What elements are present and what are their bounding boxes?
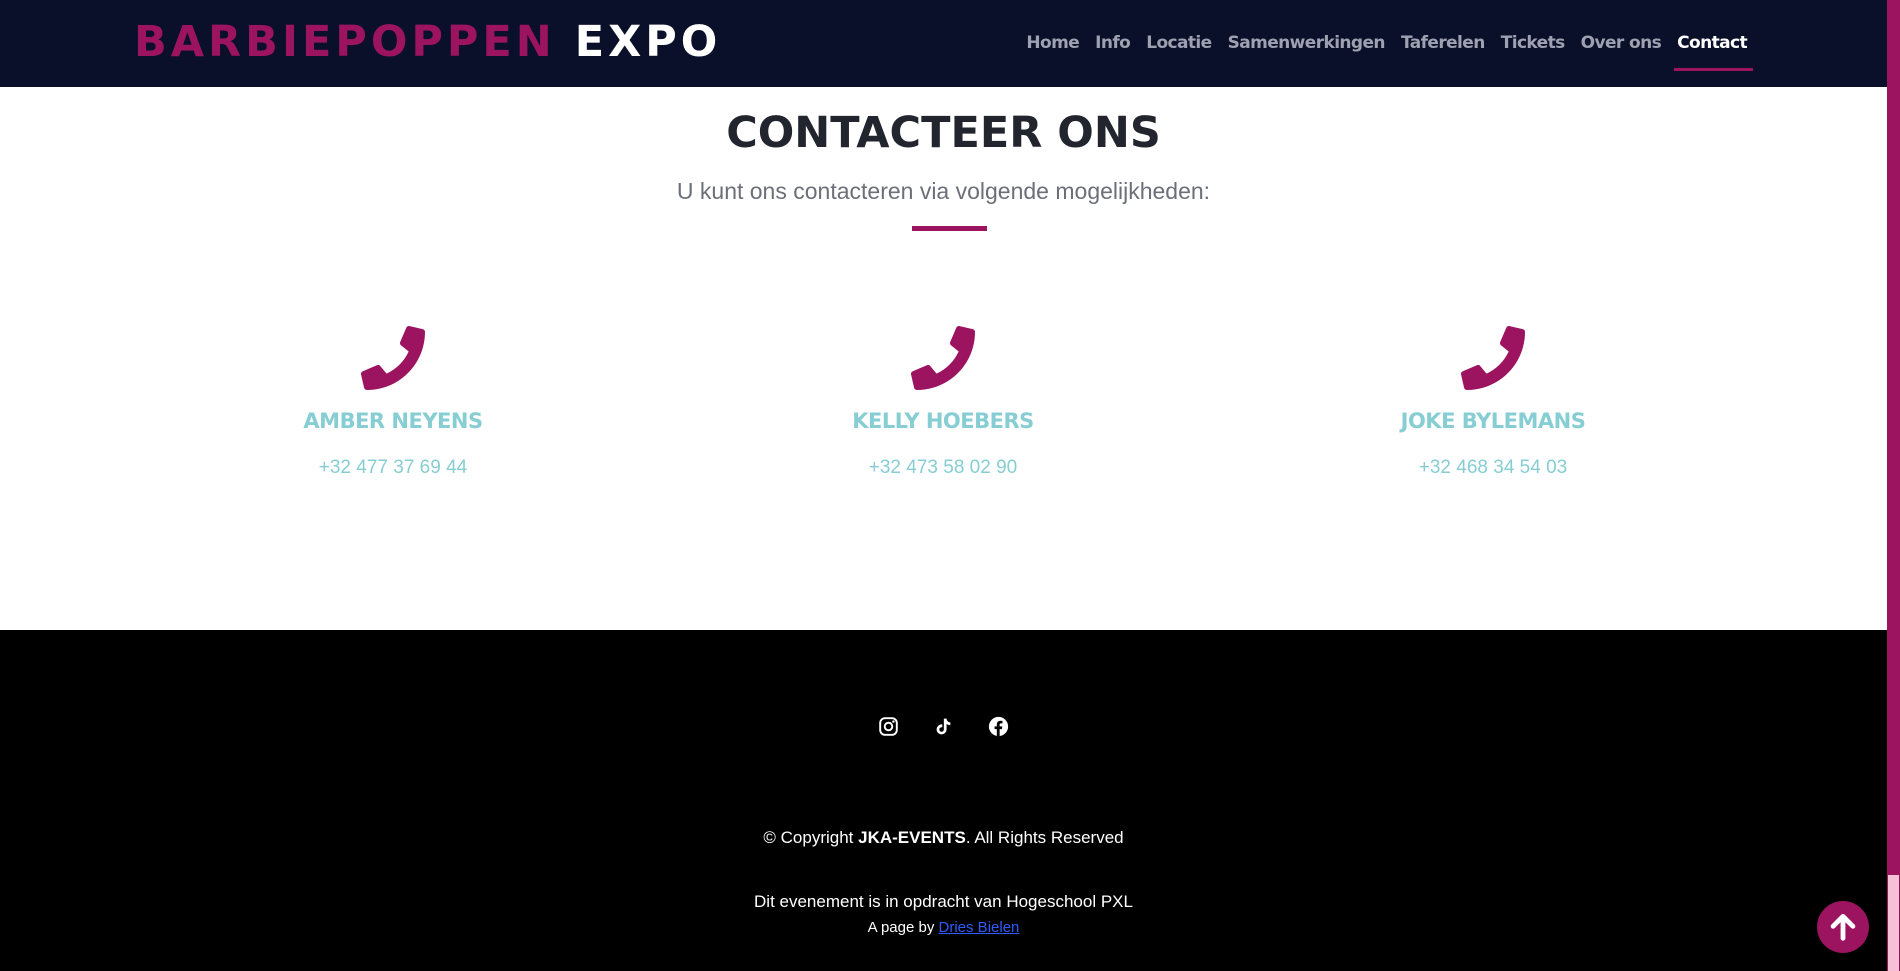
nav-tickets[interactable]: Tickets: [1495, 0, 1571, 87]
scrollbar[interactable]: [1887, 0, 1900, 971]
scrollbar-thumb[interactable]: [1888, 875, 1899, 971]
copyright-prefix: © Copyright: [763, 828, 859, 847]
copyright-suffix: . All Rights Reserved: [965, 828, 1124, 847]
nav-contact[interactable]: Contact: [1671, 0, 1753, 87]
brand-logo[interactable]: BARBIEPOPPEN EXPO: [134, 16, 721, 68]
back-to-top-button[interactable]: [1817, 901, 1869, 953]
brand-name-part2: EXPO: [574, 17, 722, 67]
contact-name: JOKE BYLEMANS: [1400, 409, 1586, 433]
tiktok-icon[interactable]: [933, 716, 954, 737]
nav-taferelen[interactable]: Taferelen: [1395, 0, 1491, 87]
contact-name: AMBER NEYENS: [303, 409, 483, 433]
phone-icon: [361, 326, 425, 390]
contact-card-amber: AMBER NEYENS +32 477 37 69 44: [243, 324, 543, 480]
contact-subtitle: U kunt ons contacteren via volgende moge…: [676, 178, 1211, 204]
copyright-company: JKA-EVENTS: [858, 828, 966, 847]
contact-card-kelly: KELLY HOEBERS +32 473 58 02 90: [793, 324, 1093, 480]
footer: © Copyright JKA-EVENTS. All Rights Reser…: [0, 630, 1887, 971]
nav-info[interactable]: Info: [1089, 0, 1136, 87]
copyright-text: © Copyright JKA-EVENTS. All Rights Reser…: [0, 827, 1887, 849]
contact-name: KELLY HOEBERS: [852, 409, 1034, 433]
contact-card-joke: JOKE BYLEMANS +32 468 34 54 03: [1343, 324, 1643, 480]
brand-name-part1: BARBIEPOPPEN: [134, 17, 556, 67]
social-links: [0, 716, 1887, 737]
nav-locatie[interactable]: Locatie: [1140, 0, 1217, 87]
phone-icon: [1461, 326, 1525, 390]
credit-prefix: A page by: [867, 919, 939, 936]
author-link[interactable]: Dries Bielen: [939, 919, 1020, 936]
contact-phone[interactable]: +32 473 58 02 90: [793, 456, 1093, 480]
credit-text: A page by Dries Bielen: [0, 918, 1887, 938]
nav-over-ons[interactable]: Over ons: [1575, 0, 1667, 87]
main-nav: Home Info Locatie Samenwerkingen Taferel…: [1020, 0, 1753, 87]
phone-icon: [911, 326, 975, 390]
instagram-icon[interactable]: [878, 716, 899, 737]
contact-phone[interactable]: +32 468 34 54 03: [1343, 456, 1643, 480]
navbar: BARBIEPOPPEN EXPO Home Info Locatie Same…: [0, 0, 1887, 87]
facebook-icon[interactable]: [988, 716, 1009, 737]
title-divider: [912, 226, 987, 231]
nav-samenwerkingen[interactable]: Samenwerkingen: [1222, 0, 1391, 87]
nav-home[interactable]: Home: [1020, 0, 1085, 87]
contact-title: CONTACTEER ONS: [726, 108, 1161, 158]
contact-phone[interactable]: +32 477 37 69 44: [243, 456, 543, 480]
arrow-up-icon: [1830, 913, 1856, 941]
commission-text: Dit evenement is in opdracht van Hogesch…: [754, 892, 1133, 911]
